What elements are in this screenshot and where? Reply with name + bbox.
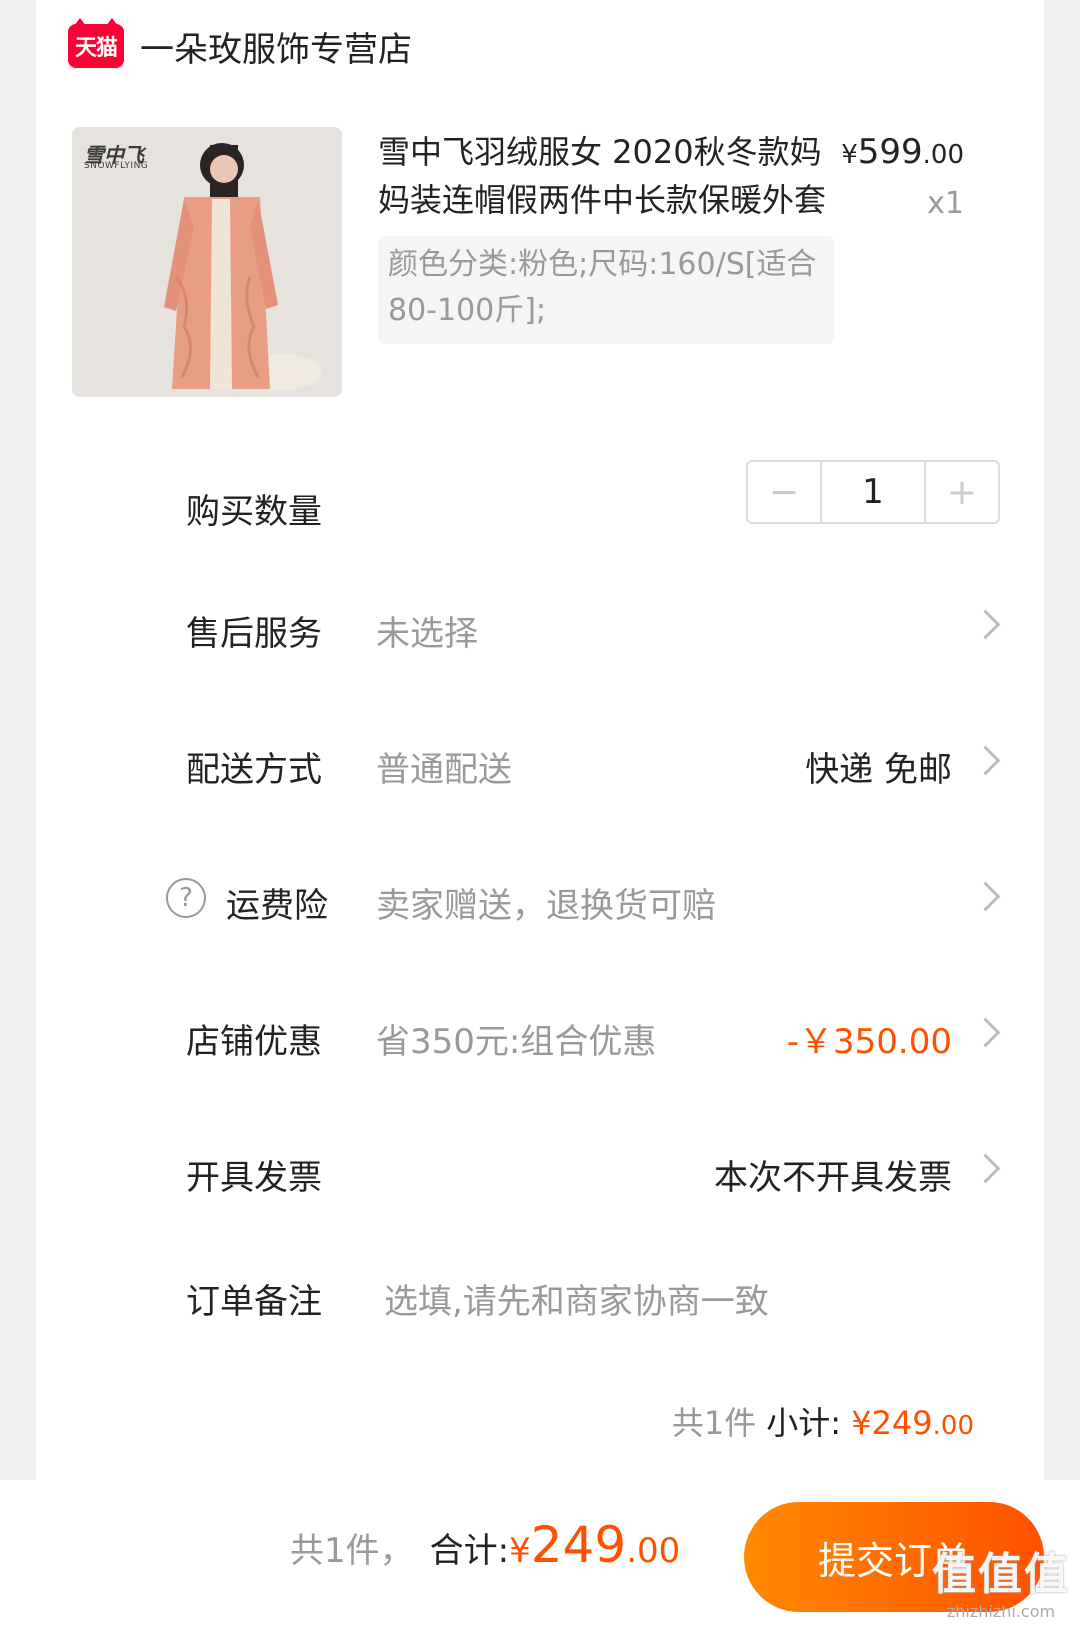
chevron-right-icon [970, 1017, 1001, 1048]
shop-name: 一朵玫服饰专营店 [140, 29, 412, 70]
remark-input[interactable]: 选填,请先和商家协商一致 [384, 1274, 769, 1323]
product-quantity: x1 [927, 186, 964, 221]
delivery-value: 普通配送 [376, 750, 512, 790]
shipping-insurance-value: 卖家赠送，退换货可赔 [376, 886, 716, 926]
row-shipping-insurance[interactable]: ? 运费险 卖家赠送，退换货可赔 [0, 868, 1080, 928]
price-decimal: .00 [922, 140, 964, 170]
subtotal-currency: ¥ [851, 1404, 872, 1442]
shop-header[interactable]: 天猫 一朵玫服饰专营店 [68, 18, 412, 74]
watermark-url: zhizhizhi.com [946, 1602, 1056, 1621]
subtotal-count: 共1件 [671, 1404, 757, 1442]
invoice-value: 本次不开具发票 [714, 1158, 952, 1198]
total-currency: ¥ [509, 1531, 531, 1571]
chevron-right-icon [970, 609, 1001, 640]
tmall-logo-icon: 天猫 [68, 18, 124, 68]
price-integer: 599 [857, 132, 923, 172]
quantity-stepper[interactable]: − 1 + [746, 460, 1000, 524]
row-invoice[interactable]: 开具发票 本次不开具发票 [0, 1140, 1080, 1200]
row-quantity: 购买数量 − 1 + [0, 460, 1080, 534]
invoice-label: 开具发票 [186, 1158, 322, 1198]
bottom-bar: 共1件， 合计:¥249.00 提交订单 值值值 zhizhizhi.com [0, 1480, 1080, 1633]
row-remark: 订单备注 选填,请先和商家协商一致 [0, 1264, 1080, 1324]
quantity-input[interactable]: 1 [820, 462, 926, 522]
row-after-sale[interactable]: 售后服务 未选择 [0, 596, 1080, 656]
after-sale-label: 售后服务 [186, 614, 322, 654]
shipping-insurance-label: 运费险 [226, 886, 328, 926]
store-discount-value: 省350元:组合优惠 [376, 1022, 657, 1062]
price-currency: ¥ [841, 140, 858, 170]
delivery-label: 配送方式 [186, 750, 322, 790]
subtotal: 共1件 小计: ¥249.00 [672, 1398, 974, 1444]
chevron-right-icon [970, 745, 1001, 776]
delivery-method: 快递 免邮 [805, 750, 952, 790]
remark-label: 订单备注 [186, 1282, 322, 1322]
store-discount-amount: -￥350.00 [786, 1022, 952, 1062]
product-image[interactable]: 雪中飞 SNOWFLYING [72, 127, 342, 397]
help-icon[interactable]: ? [166, 878, 206, 918]
after-sale-value: 未选择 [376, 614, 478, 654]
chevron-right-icon [970, 881, 1001, 912]
sku-selection[interactable]: 颜色分类:粉色;尺码:160/S[适合80-100斤]; [378, 236, 834, 344]
increase-button[interactable]: + [926, 462, 998, 522]
product-price: ¥599.00 [841, 132, 964, 172]
subtotal-integer: 249 [871, 1404, 933, 1442]
decrease-button[interactable]: − [748, 462, 820, 522]
row-store-discount[interactable]: 店铺优惠 省350元:组合优惠 -￥350.00 [0, 1004, 1080, 1064]
total-label: 合计: [429, 1531, 510, 1571]
row-delivery[interactable]: 配送方式 普通配送 快递 免邮 [0, 732, 1080, 792]
watermark: 值值值 zhizhizhi.com [932, 1538, 1070, 1621]
quantity-label: 购买数量 [186, 492, 322, 532]
total-count: 共1件， [290, 1531, 414, 1571]
total-decimal: .00 [626, 1531, 681, 1571]
subtotal-decimal: .00 [932, 1411, 974, 1441]
product-title[interactable]: 雪中飞羽绒服女 2020秋冬款妈妈装连帽假两件中长款保暖外套 [378, 128, 838, 224]
order-total: 共1件， 合计:¥249.00 [290, 1516, 680, 1574]
chevron-right-icon [970, 1153, 1001, 1184]
brand-logo-en: SNOWFLYING [84, 161, 149, 171]
watermark-logo: 值值值 [932, 1549, 1070, 1600]
subtotal-label: 小计: [766, 1404, 842, 1442]
total-integer: 249 [530, 1516, 627, 1574]
store-discount-label: 店铺优惠 [186, 1022, 322, 1062]
